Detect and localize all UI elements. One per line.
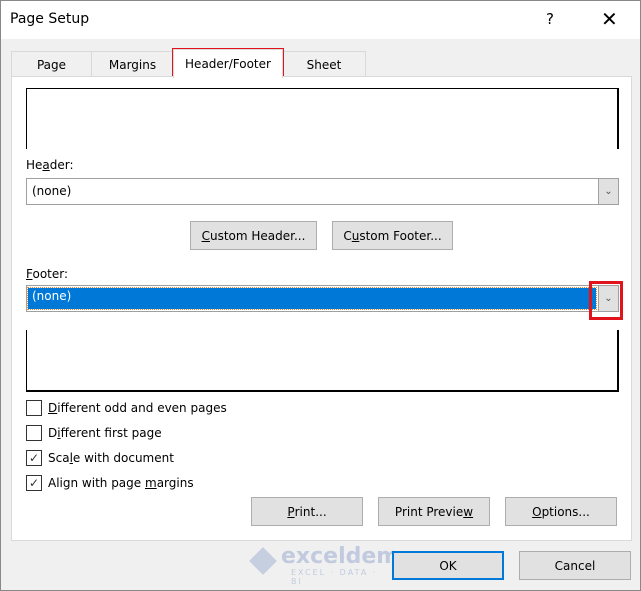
title-bar: Page Setup ? ✕ [1,1,640,39]
checkbox-different-first-page[interactable]: Different first page [26,425,162,441]
close-button[interactable]: ✕ [601,7,618,31]
checkmark-icon: ✓ [28,451,40,465]
tab-sheet[interactable]: Sheet [282,51,366,77]
footer-label: Footer: [26,267,69,281]
dialog-title: Page Setup [10,11,90,27]
checkmark-icon: ✓ [28,476,40,490]
custom-header-button[interactable]: Custom Header... [190,221,317,250]
tab-margins[interactable]: Margins [91,51,174,77]
cancel-button[interactable]: Cancel [519,551,631,580]
ok-button[interactable]: OK [392,551,504,580]
header-dropdown-value: (none) [32,184,72,198]
checkbox-different-odd-even[interactable]: Different odd and even pages [26,400,227,416]
header-label: Header: [26,158,74,172]
footer-dropdown-field [27,287,597,310]
tab-header-footer[interactable]: Header/Footer [173,49,283,78]
header-preview [26,88,619,149]
checkbox-align-with-margins[interactable]: ✓ Align with page margins [26,475,194,491]
checkbox-label: Align with page margins [48,476,194,490]
custom-footer-button[interactable]: Cu stom Footer... [332,221,453,250]
exceldemy-logo-icon [249,547,277,575]
options-button[interactable]: Options... [505,497,617,526]
print-button[interactable]: Print... [251,497,363,526]
tab-page[interactable]: Page [11,51,92,77]
checkbox-box[interactable]: ✓ [26,475,42,491]
checkbox-box[interactable]: ✓ [26,450,42,466]
page-setup-dialog: Page Setup ? ✕ Page Margins Header/Foote… [0,0,641,591]
footer-dropdown[interactable]: (none) ⌄ [26,285,619,312]
footer-dropdown-value: (none) [32,289,72,303]
chevron-down-icon[interactable]: ⌄ [598,179,618,204]
header-footer-panel: Header: (none) ⌄ Custom Header... Cu stom… [11,76,632,541]
checkbox-box[interactable] [26,425,42,441]
footer-preview [26,330,619,392]
checkbox-label: Different odd and even pages [48,401,227,415]
chevron-down-icon[interactable]: ⌄ [598,286,618,311]
checkbox-label: Different first page [48,426,162,440]
checkbox-scale-with-document[interactable]: ✓ Scale with document [26,450,174,466]
help-button[interactable]: ? [546,10,554,28]
checkbox-box[interactable] [26,400,42,416]
checkbox-label: Scale with document [48,451,174,465]
print-preview-button[interactable]: Print Previe w [378,497,490,526]
header-dropdown[interactable]: (none) ⌄ [26,178,619,205]
watermark: exceldemy EXCEL · DATA · BI [249,544,414,586]
